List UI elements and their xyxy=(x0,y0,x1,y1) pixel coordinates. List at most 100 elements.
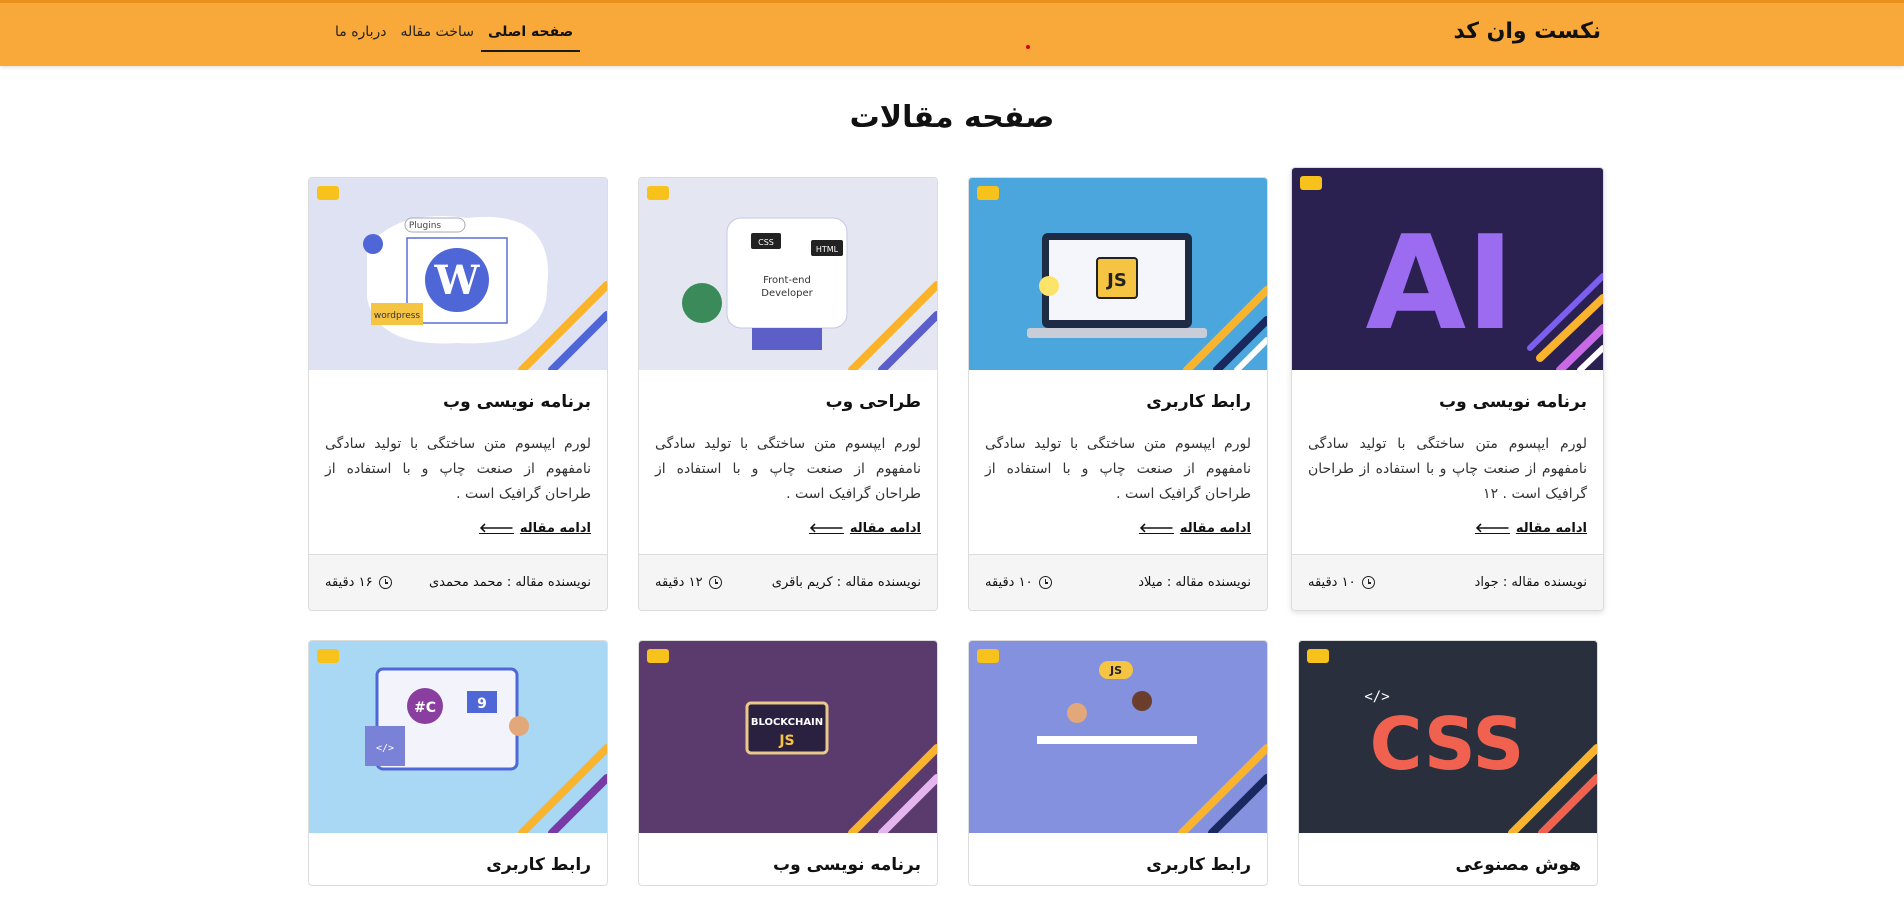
brand-badge xyxy=(317,186,339,200)
ai-icon: AI xyxy=(1292,168,1603,370)
js-laptop-icon: JS xyxy=(969,178,1267,370)
read-time: ۱۰ دقیقه xyxy=(985,575,1052,590)
clock-icon xyxy=(708,576,722,589)
clock-icon xyxy=(1038,576,1052,589)
article-image: W Plugins wordpress xyxy=(309,178,607,370)
article-title[interactable]: طراحی وب xyxy=(655,392,921,422)
article-excerpt: لورم ایپسوم متن ساختگی با تولید سادگی نا… xyxy=(655,436,921,502)
wordpress-text: wordpress xyxy=(374,311,421,321)
article-card[interactable]: JS رابط کاربری لورم ایپسوم متن ساختگی با… xyxy=(968,177,1268,611)
article-meta: نویسنده مقاله : محمد محمدی ۱۶ دقیقه xyxy=(309,554,607,610)
read-time: ۱۰ دقیقه xyxy=(1308,575,1375,590)
article-card[interactable]: BLOCKCHAIN JS برنامه نویسی وب xyxy=(638,640,938,886)
plugins-text: Plugins xyxy=(409,221,442,231)
read-more-link[interactable]: ادامه مقاله 🡐 xyxy=(479,520,591,537)
frontend-developer-icon: Front-end Developer CSS HTML xyxy=(639,178,937,370)
clock-icon xyxy=(378,576,392,589)
arrow-left-icon: 🡐 xyxy=(1139,521,1174,536)
read-more-label: ادامه مقاله xyxy=(519,520,591,536)
wordpress-icon: W Plugins wordpress xyxy=(309,178,607,370)
code-tag-text: </> xyxy=(1364,689,1389,705)
brand-badge xyxy=(647,649,669,663)
top-navbar: نکست وان کد صفحه اصلی ساخت مقاله درباره … xyxy=(0,0,1904,66)
article-title[interactable]: هوش مصنوعی xyxy=(1315,855,1581,885)
arrow-left-icon: 🡐 xyxy=(479,521,514,536)
article-meta: نویسنده مقاله : جواد ۱۰ دقیقه xyxy=(1292,554,1603,610)
js-team-thumb-text: JS xyxy=(1109,664,1122,677)
article-title[interactable]: رابط کاربری xyxy=(325,855,591,885)
csharp-icon: C# 9 </> xyxy=(309,641,607,833)
ai-thumb-text: AI xyxy=(1366,207,1515,359)
article-image: C# 9 </> xyxy=(309,641,607,833)
csharp-text: C# xyxy=(414,700,436,716)
article-card[interactable]: AI برنامه نویسی وب لورم ایپسوم متن ساختگ… xyxy=(1291,167,1604,611)
article-image: CSS </> xyxy=(1299,641,1597,833)
article-title[interactable]: رابط کاربری xyxy=(985,392,1251,422)
site-logo[interactable]: نکست وان کد xyxy=(1453,19,1601,44)
fe-line2-text: Developer xyxy=(761,288,813,299)
blockchain-text: BLOCKCHAIN xyxy=(751,717,823,728)
clock-icon xyxy=(1361,576,1375,589)
article-title[interactable]: برنامه نویسی وب xyxy=(325,392,591,422)
article-card[interactable]: CSS </> هوش مصنوعی xyxy=(1298,640,1598,886)
blockchain-js-text: JS xyxy=(778,733,794,749)
css-big-text: CSS xyxy=(1370,702,1525,786)
article-title[interactable]: برنامه نویسی وب xyxy=(655,855,921,885)
article-author: نویسنده مقاله : کریم باقری xyxy=(771,575,921,590)
html-tag-text: HTML xyxy=(816,245,839,254)
article-image: Front-end Developer CSS HTML xyxy=(639,178,937,370)
article-excerpt: لورم ایپسوم متن ساختگی با تولید سادگی نا… xyxy=(985,436,1251,502)
article-title[interactable]: برنامه نویسی وب xyxy=(1308,392,1587,422)
read-more-link[interactable]: ادامه مقاله 🡐 xyxy=(1475,520,1587,537)
article-card[interactable]: JS رابط کاربری xyxy=(968,640,1268,886)
brand-badge xyxy=(977,186,999,200)
nav-create-article[interactable]: ساخت مقاله xyxy=(393,24,480,52)
read-time-value: ۱۲ دقیقه xyxy=(655,575,703,590)
brand-badge xyxy=(977,649,999,663)
read-time: ۱۶ دقیقه xyxy=(325,575,392,590)
read-time-value: ۱۰ دقیقه xyxy=(985,575,1033,590)
read-more-label: ادامه مقاله xyxy=(1179,520,1251,536)
read-more-label: ادامه مقاله xyxy=(849,520,921,536)
page-title: صفحه مقالات xyxy=(849,100,1055,135)
brand-badge xyxy=(317,649,339,663)
article-author: نویسنده مقاله : میلاد xyxy=(1138,575,1251,590)
article-meta: نویسنده مقاله : کریم باقری ۱۲ دقیقه xyxy=(639,554,937,610)
read-time-value: ۱۶ دقیقه xyxy=(325,575,373,590)
fe-line1-text: Front-end xyxy=(763,275,811,286)
article-author: نویسنده مقاله : جواد xyxy=(1474,575,1587,590)
article-image: JS xyxy=(969,178,1267,370)
article-image: JS xyxy=(969,641,1267,833)
css-tag-text: CSS xyxy=(758,238,774,247)
blockchain-js-icon: BLOCKCHAIN JS xyxy=(639,641,937,833)
brand-badge xyxy=(1300,176,1322,190)
read-more-link[interactable]: ادامه مقاله 🡐 xyxy=(1139,520,1251,537)
read-time: ۱۲ دقیقه xyxy=(655,575,722,590)
nav-about[interactable]: درباره ما xyxy=(328,24,393,52)
article-image: AI xyxy=(1292,168,1603,370)
article-image: BLOCKCHAIN JS xyxy=(639,641,937,833)
brand-badge xyxy=(1307,649,1329,663)
article-card[interactable]: W Plugins wordpress برنامه نویسی وب لورم… xyxy=(308,177,608,611)
csharp-code-text: </> xyxy=(376,743,394,754)
red-dot-marker xyxy=(1026,45,1030,49)
article-card[interactable]: Front-end Developer CSS HTML طراحی وب لو… xyxy=(638,177,938,611)
css-icon: CSS </> xyxy=(1299,641,1597,833)
js-thumb-text: JS xyxy=(1105,270,1127,291)
arrow-left-icon: 🡐 xyxy=(809,521,844,536)
article-title[interactable]: رابط کاربری xyxy=(985,855,1251,885)
js-team-icon: JS xyxy=(969,641,1267,833)
nav-home[interactable]: صفحه اصلی xyxy=(480,24,581,52)
article-excerpt: لورم ایپسوم متن ساختگی با تولید سادگی نا… xyxy=(1308,436,1587,502)
brand-badge xyxy=(647,186,669,200)
article-author: نویسنده مقاله : محمد محمدی xyxy=(428,575,591,590)
article-meta: نویسنده مقاله : میلاد ۱۰ دقیقه xyxy=(969,554,1267,610)
svg-text:W: W xyxy=(434,257,481,304)
article-card[interactable]: C# 9 </> رابط کاربری xyxy=(308,640,608,886)
nine-text: 9 xyxy=(477,696,487,712)
main-nav: صفحه اصلی ساخت مقاله درباره ما xyxy=(328,24,581,52)
read-more-link[interactable]: ادامه مقاله 🡐 xyxy=(809,520,921,537)
read-more-label: ادامه مقاله xyxy=(1515,520,1587,536)
read-time-value: ۱۰ دقیقه xyxy=(1308,575,1356,590)
article-excerpt: لورم ایپسوم متن ساختگی با تولید سادگی نا… xyxy=(325,436,591,502)
